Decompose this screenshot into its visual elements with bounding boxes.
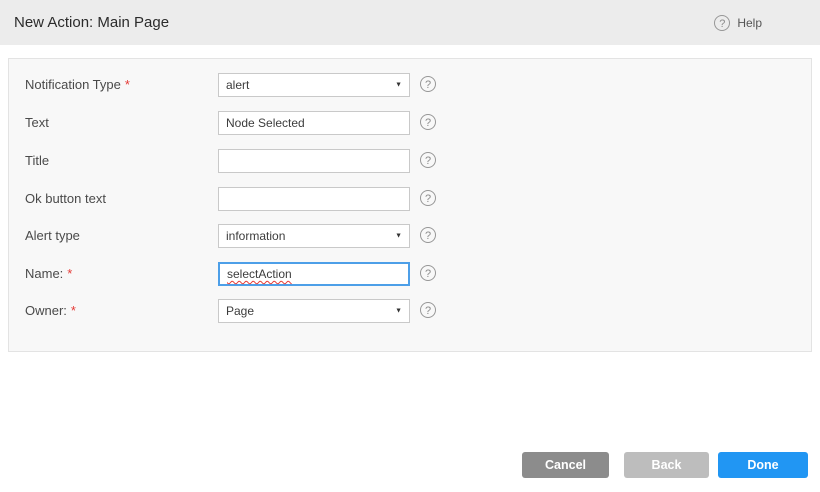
field-label: Notification Type* — [25, 73, 130, 97]
field-label: Title — [25, 149, 49, 173]
page-title: New Action: Main Page — [14, 0, 169, 45]
help-icon[interactable]: ? — [420, 265, 436, 281]
chevron-down-icon: ▼ — [395, 308, 402, 315]
name-input[interactable]: selectAction — [218, 262, 410, 286]
required-marker: * — [125, 77, 130, 92]
chevron-down-icon: ▼ — [395, 233, 402, 240]
selected-value: information — [226, 225, 285, 247]
required-marker: * — [67, 266, 72, 281]
form-row-notification-type: Notification Type* alert ▼ ? — [9, 73, 811, 97]
field-label: Text — [25, 111, 49, 135]
form-row-owner: Owner:* Page ▼ ? — [9, 299, 811, 323]
input-value: selectAction — [227, 264, 292, 284]
help-label: Help — [737, 16, 762, 30]
field-label: Ok button text — [25, 187, 106, 211]
done-button[interactable]: Done — [718, 452, 808, 478]
form-row-ok-button-text: Ok button text ? — [9, 187, 811, 211]
ok-button-text-input[interactable] — [218, 187, 410, 211]
help-icon[interactable]: ? — [420, 114, 436, 130]
owner-select[interactable]: Page ▼ — [218, 299, 410, 323]
form-panel: Notification Type* alert ▼ ? Text ? Titl… — [8, 58, 812, 352]
selected-value: alert — [226, 74, 249, 96]
field-label: Alert type — [25, 224, 80, 248]
title-input[interactable] — [218, 149, 410, 173]
field-label: Owner:* — [25, 299, 76, 323]
help-icon[interactable]: ? — [420, 302, 436, 318]
help-icon[interactable]: ? — [420, 227, 436, 243]
form-row-text: Text ? — [9, 111, 811, 135]
alert-type-select[interactable]: information ▼ — [218, 224, 410, 248]
cancel-button[interactable]: Cancel — [522, 452, 609, 478]
notification-type-select[interactable]: alert ▼ — [218, 73, 410, 97]
field-label: Name:* — [25, 262, 72, 286]
form-row-title: Title ? — [9, 149, 811, 173]
form-row-name: Name:* selectAction ? — [9, 262, 811, 286]
selected-value: Page — [226, 300, 254, 322]
help-icon: ? — [714, 15, 730, 31]
back-button[interactable]: Back — [624, 452, 709, 478]
text-input[interactable] — [218, 111, 410, 135]
form-row-alert-type: Alert type information ▼ ? — [9, 224, 811, 248]
help-icon[interactable]: ? — [420, 152, 436, 168]
help-icon[interactable]: ? — [420, 76, 436, 92]
help-icon[interactable]: ? — [420, 190, 436, 206]
chevron-down-icon: ▼ — [395, 82, 402, 89]
dialog-header: New Action: Main Page ? Help — [0, 0, 820, 45]
required-marker: * — [71, 303, 76, 318]
help-button[interactable]: ? Help — [714, 0, 762, 45]
